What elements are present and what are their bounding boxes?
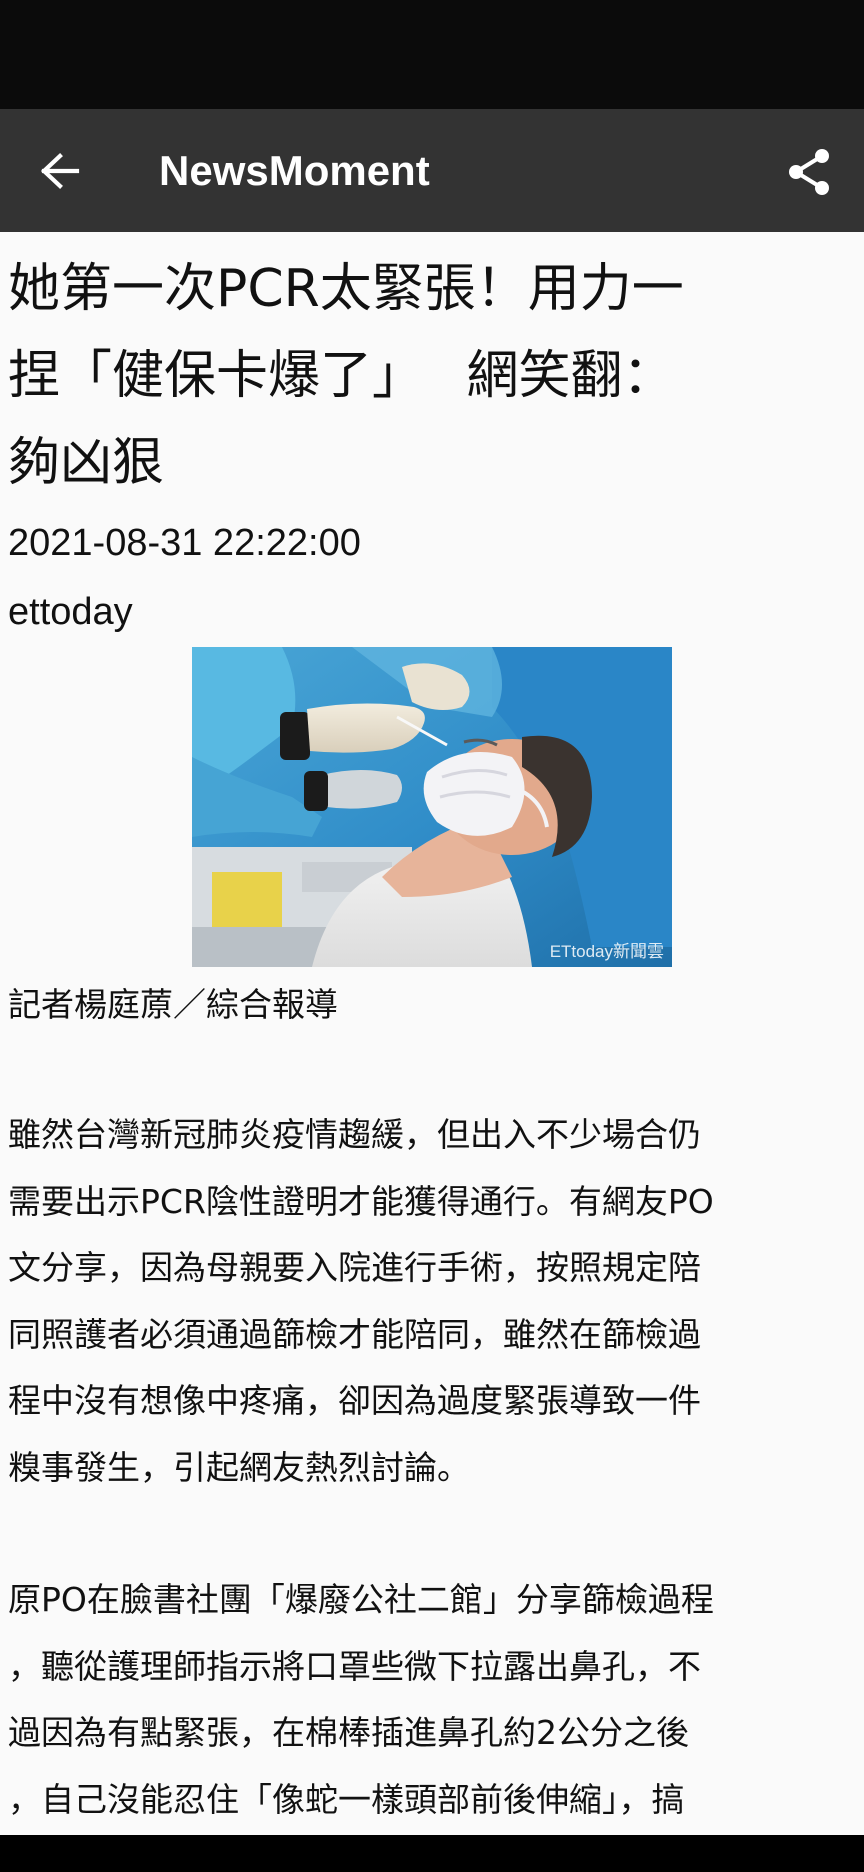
back-button[interactable]: [24, 137, 96, 205]
paragraph-line: ，聽從護理師指示將口罩些微下拉露出鼻孔，不: [8, 1646, 701, 1686]
status-bar: [0, 0, 864, 109]
article-paragraph: 雖然台灣新冠肺炎疫情趨緩，但出入不少場合仍 需要出示PCR陰性證明才能獲得通行。…: [8, 1102, 858, 1501]
paragraph-line: 同照護者必須通過篩檢才能陪同，雖然在篩檢過: [8, 1314, 701, 1354]
arrow-left-icon: [40, 153, 80, 189]
app-bar: NewsMoment: [0, 109, 864, 232]
paragraph-line: 需要出示PCR陰性證明才能獲得通行。有網友PO: [8, 1181, 714, 1221]
app-title: NewsMoment: [159, 147, 430, 194]
paragraph-line: 雖然台灣新冠肺炎疫情趨緩，但出入不少場合仍: [8, 1115, 701, 1154]
navigation-bar: [0, 1835, 864, 1872]
article-photo: ETtoday新聞雲: [192, 647, 672, 967]
article-datetime: 2021-08-31 22:22:00: [8, 522, 361, 564]
share-button[interactable]: [776, 139, 842, 205]
paragraph-line: 程中沒有想像中疼痛，卻因為過度緊張導致一件: [8, 1381, 701, 1420]
article-byline: 記者楊庭蒝／綜合報導: [8, 985, 338, 1024]
paragraph-line: ，自己沒能忍住「像蛇一樣頭部前後伸縮」，搞: [8, 1779, 685, 1819]
article-headline: 她第一次PCR太緊張！用力一 捏「健保卡爆了」 網笑翻： 夠凶狠: [8, 246, 848, 507]
image-watermark: ETtoday新聞雲: [550, 942, 664, 961]
paragraph-line: 文分享，因為母親要入院進行手術，按照規定陪: [8, 1248, 701, 1287]
headline-line: 她第一次PCR太緊張！用力一: [8, 259, 684, 319]
article-source: ettoday: [8, 591, 133, 633]
article-paragraph: 原PO在臉書社團「爆廢公社二館」分享篩檢過程 ，聽從護理師指示將口罩些微下拉露出…: [8, 1567, 858, 1833]
paragraph-line: 過因為有點緊張，在棉棒插進鼻孔約2公分之後: [8, 1713, 689, 1752]
paragraph-line: 糗事發生，引起網友熱烈討論。: [8, 1447, 470, 1487]
paragraph-line: 原PO在臉書社團「爆廢公社二館」分享篩檢過程: [8, 1580, 714, 1619]
article-content[interactable]: 她第一次PCR太緊張！用力一 捏「健保卡爆了」 網笑翻： 夠凶狠 2021-08…: [0, 232, 864, 1835]
share-icon: [789, 149, 829, 195]
headline-line: 夠凶狠: [8, 433, 165, 493]
headline-line: 捏「健保卡爆了」 網笑翻：: [8, 346, 675, 406]
